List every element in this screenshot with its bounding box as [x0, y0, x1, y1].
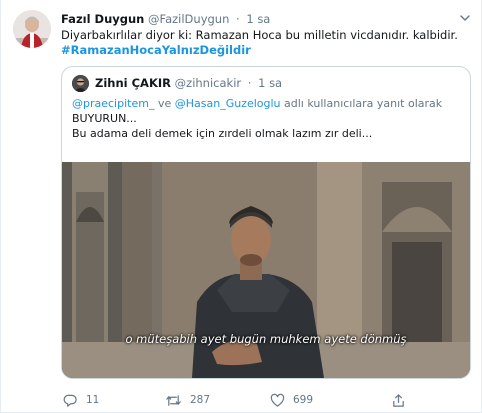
quoted-tweet-header: Zihni ÇAKIR @zihnicakir · 1 sa: [95, 75, 282, 92]
video-subtitle: o müteşabih ayet bugün muhkem ayete dönm…: [125, 332, 407, 346]
author-handle[interactable]: @FazilDuygun: [148, 12, 229, 26]
reply-context: @praecipitem_ ve @Hasan_Guzeloglu adlı k…: [72, 96, 442, 111]
reply-suffix: adlı kullanıcılara yanıt olarak: [280, 97, 443, 110]
tweet[interactable]: Fazıl Duygun @FazilDuygun · 1 sa Diyarba…: [0, 0, 482, 413]
separator-dot: ·: [236, 12, 240, 26]
quoted-tweet[interactable]: Zihni ÇAKIR @zihnicakir · 1 sa @praecipi…: [61, 66, 471, 379]
heart-icon: [270, 393, 285, 407]
reply-icon: [63, 394, 77, 407]
tweet-timestamp[interactable]: 1 sa: [246, 12, 270, 26]
tweet-text: Diyarbakırlılar diyor ki: Ramazan Hoca b…: [61, 28, 471, 58]
tweet-header: Fazıl Duygun @FazilDuygun · 1 sa: [61, 11, 270, 28]
author-avatar[interactable]: [13, 10, 51, 48]
mention-link[interactable]: @Hasan_Guzeloglu: [175, 97, 281, 110]
quoted-author-name[interactable]: Zihni ÇAKIR: [95, 76, 171, 90]
like-count: 699: [293, 394, 314, 406]
hashtag-link[interactable]: #RamazanHocaYalnızDeğildir: [61, 43, 471, 58]
reply-conjunction: ve: [154, 97, 175, 110]
tweet-text-line: Diyarbakırlılar diyor ki: Ramazan Hoca b…: [61, 28, 458, 42]
quoted-text-line: Bu adama deli demek için zırdeli olmak l…: [72, 127, 373, 140]
like-button[interactable]: 699: [270, 392, 313, 408]
retweet-button[interactable]: 287: [165, 392, 210, 408]
quoted-timestamp[interactable]: 1 sa: [258, 76, 282, 90]
author-name[interactable]: Fazıl Duygun: [61, 12, 144, 26]
reply-button[interactable]: 11: [63, 392, 99, 408]
quoted-author-handle[interactable]: @zihnicakir: [175, 76, 241, 90]
share-icon: [393, 393, 404, 407]
chevron-down-icon[interactable]: [458, 11, 472, 25]
retweet-count: 287: [190, 394, 211, 406]
quoted-tweet-text: BUYURUN... Bu adama deli demek için zırd…: [72, 111, 372, 141]
mention-link[interactable]: @praecipitem_: [72, 97, 154, 110]
quoted-text-line: BUYURUN...: [72, 112, 137, 125]
quoted-author-avatar[interactable]: [72, 75, 89, 92]
video-player[interactable]: o müteşabih ayet bugün muhkem ayete dönm…: [62, 162, 470, 378]
retweet-icon: [166, 394, 181, 406]
share-button[interactable]: [391, 392, 414, 408]
separator-dot: ·: [247, 76, 252, 90]
reply-count: 11: [86, 394, 100, 406]
tweet-actions: 11 287 699: [61, 392, 471, 408]
